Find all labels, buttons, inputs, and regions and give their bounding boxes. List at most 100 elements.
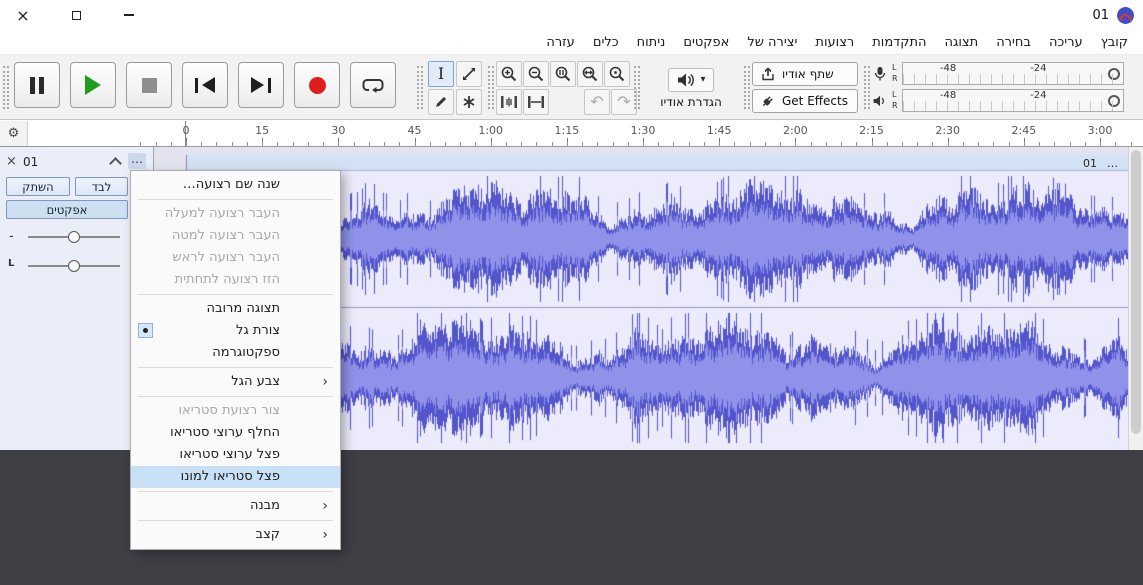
envelope-tool-button[interactable] — [456, 61, 482, 87]
zoom-in-button[interactable] — [496, 61, 522, 87]
ruler-tick — [1008, 142, 1010, 146]
context-menu-item-14[interactable]: החלף ערוצי סטריאו — [131, 422, 340, 444]
selection-tool-button[interactable]: I — [428, 61, 454, 87]
skip-end-icon — [268, 77, 271, 93]
context-menu-item-7[interactable]: תצוגה מרובה — [131, 298, 340, 320]
menu-separator — [138, 520, 333, 521]
get-effects-button[interactable]: Get Effects — [752, 89, 858, 113]
minimize-window-button[interactable] — [116, 2, 142, 28]
timeline-options-button[interactable]: ⚙ — [0, 121, 28, 146]
zoom-out-button[interactable] — [523, 61, 549, 87]
meter-clip-indicator-icon — [1107, 68, 1120, 80]
audio-setup-label: הגדרת אודיו — [660, 94, 722, 109]
playback-meter[interactable]: LR -48 -24 — [872, 88, 1124, 113]
gain-slider[interactable] — [28, 230, 120, 244]
share-audio-label: שתף אודיו — [782, 67, 834, 81]
context-menu-item-2: העבר רצועה למעלה — [164, 206, 280, 221]
skip-to-end-button[interactable] — [238, 62, 284, 108]
menu-item-2[interactable]: בחירה — [987, 33, 1040, 52]
pan-slider[interactable] — [28, 259, 120, 273]
maximize-window-button[interactable] — [63, 2, 89, 28]
context-menu-item-5: הזז רצועה לתחתית — [174, 272, 280, 287]
ruler-label: 2:45 — [1011, 124, 1037, 137]
zoom-selection-button[interactable] — [550, 61, 576, 87]
zoom-project-button[interactable] — [577, 61, 603, 87]
ruler-tick — [566, 142, 568, 146]
skip-start-icon — [195, 77, 198, 93]
context-menu-item-18[interactable]: מבנה › — [131, 495, 340, 517]
timeline-ruler[interactable]: ⚙ 0 15 30 45 1:00 1:15 1:30 1:45 2:00 2:15 2:30 2:4… — [0, 121, 1143, 147]
play-button[interactable] — [70, 62, 116, 108]
solo-button[interactable]: לבד — [75, 177, 128, 196]
mute-button[interactable]: השתק — [6, 177, 70, 196]
menu-item-3[interactable]: תצוגה — [936, 33, 988, 52]
draw-tool-icon — [436, 96, 447, 107]
skip-to-start-button[interactable] — [182, 62, 228, 108]
clip-menu-button[interactable]: … — [1107, 157, 1118, 170]
toolbar-grip[interactable] — [417, 66, 423, 109]
ruler-tick — [429, 142, 431, 146]
menu-item-0[interactable]: קובץ — [1092, 33, 1137, 52]
maximize-icon — [71, 10, 81, 20]
zoom-toggle-button[interactable] — [604, 61, 630, 87]
ruler-tick — [962, 142, 964, 146]
context-menu-item-20[interactable]: קצב › — [131, 524, 340, 546]
gain-minus-label: - — [9, 229, 14, 244]
ruler-tick — [505, 142, 507, 146]
context-menu-item-8[interactable]: צורת גל — [131, 320, 340, 342]
ruler-tick — [475, 142, 477, 146]
record-meter-bar[interactable]: -48 -24 — [901, 62, 1124, 85]
pan-slider-knob[interactable] — [68, 260, 80, 272]
collapse-chevron-icon[interactable] — [109, 157, 122, 170]
toolbar-grip[interactable] — [634, 66, 640, 109]
track-name[interactable]: 01 — [23, 156, 38, 168]
trim-audio-button[interactable] — [496, 89, 522, 115]
audio-setup-button[interactable]: ▾ הגדרת אודיו — [645, 60, 737, 116]
record-meter[interactable]: LR -48 -24 — [872, 61, 1124, 86]
track-menu-button[interactable]: … — [128, 153, 146, 169]
ruler-label: 30 — [331, 124, 346, 137]
menu-item-1[interactable]: עריכה — [1040, 33, 1092, 52]
context-menu-item-9[interactable]: ספקטוגרמה — [131, 342, 340, 364]
scrollbar-thumb[interactable] — [1131, 150, 1141, 434]
silence-audio-button[interactable] — [523, 89, 549, 115]
ruler-tick — [841, 142, 843, 146]
menu-item-4[interactable]: התקדמות — [863, 33, 935, 52]
gain-slider-knob[interactable] — [68, 231, 80, 243]
multi-tool-button[interactable] — [456, 89, 482, 115]
trim-audio-icon — [501, 96, 517, 108]
context-menu-item-0[interactable]: שנה שם רצועה… — [131, 174, 340, 196]
menu-separator — [138, 396, 333, 397]
context-menu-item-15[interactable]: פצל ערוצי סטריאו — [131, 444, 340, 466]
toolbar-grip[interactable] — [3, 66, 9, 109]
playback-meter-bar[interactable]: -48 -24 — [901, 89, 1124, 112]
effects-button[interactable]: אפקטים — [6, 200, 128, 219]
ruler-tick — [1054, 142, 1056, 146]
vertical-scrollbar[interactable] — [1128, 147, 1143, 450]
close-window-button[interactable]: × — [10, 2, 36, 28]
menu-separator — [138, 199, 333, 200]
stop-button[interactable] — [126, 62, 172, 108]
menu-item-7[interactable]: אפקטים — [674, 33, 738, 52]
playback-speaker-icon — [873, 95, 884, 106]
ruler-tick — [186, 142, 187, 146]
loop-button[interactable] — [350, 62, 396, 108]
draw-tool-button[interactable] — [428, 89, 454, 115]
menu-item-8[interactable]: ניתוח — [628, 33, 675, 52]
context-menu-item-16[interactable]: פצל סטריאו למונו — [131, 466, 340, 488]
meter-scale-label: -48 — [939, 63, 957, 74]
ruler-label: 1:00 — [478, 124, 504, 137]
record-button[interactable] — [294, 62, 340, 108]
undo-button[interactable]: ↶ — [584, 89, 610, 115]
toolbar-grip[interactable] — [488, 66, 494, 109]
toolbar-grip[interactable] — [744, 66, 750, 109]
share-audio-button[interactable]: שתף אודיו — [752, 62, 858, 86]
context-menu-item-11[interactable]: צבע הגל › — [131, 371, 340, 393]
pause-button[interactable] — [14, 62, 60, 108]
toolbar-grip[interactable] — [864, 66, 870, 109]
menu-item-6[interactable]: יצירה של — [738, 33, 806, 52]
menu-item-9[interactable]: כלים — [584, 33, 628, 52]
close-track-button[interactable]: × — [6, 155, 17, 168]
menu-item-10[interactable]: עזרה — [537, 33, 583, 52]
menu-item-5[interactable]: רצועות — [806, 33, 863, 52]
